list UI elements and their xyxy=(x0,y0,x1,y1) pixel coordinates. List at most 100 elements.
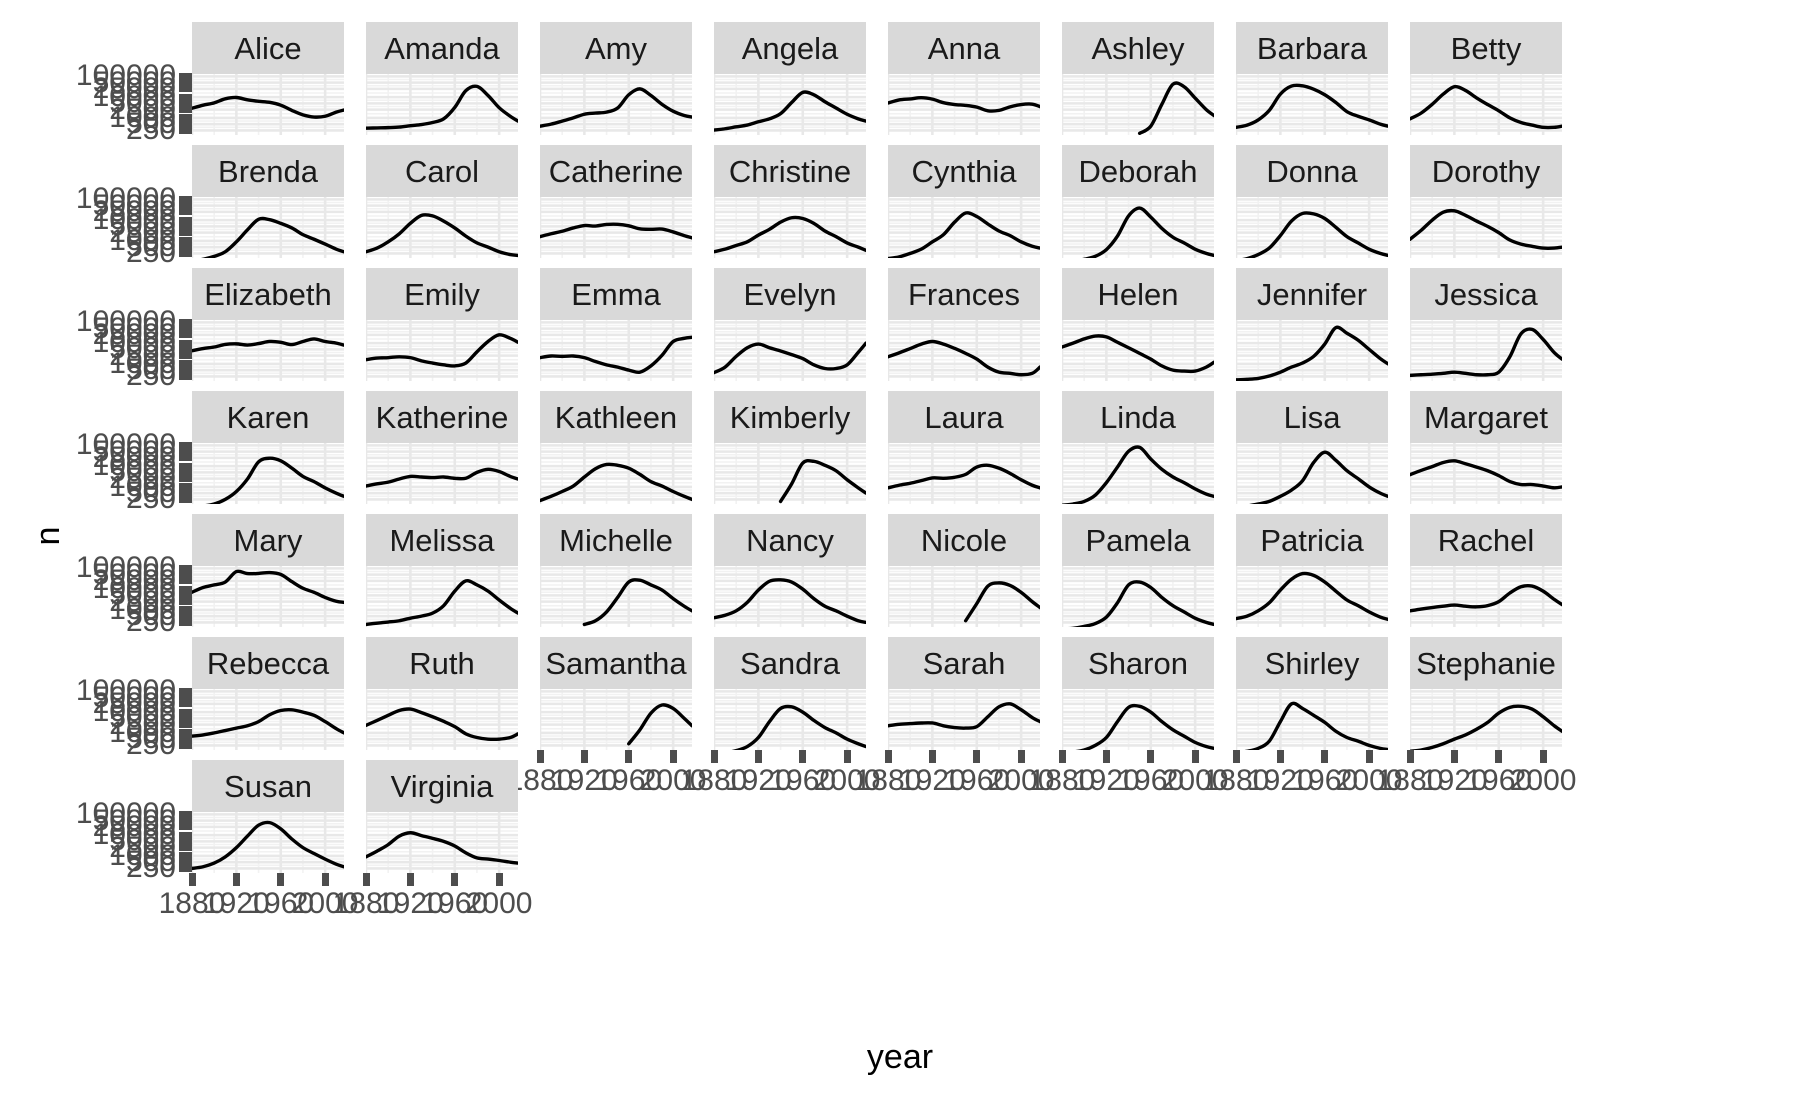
facet-panel-catherine: Catherine xyxy=(540,145,692,258)
facet-strip-label: Emma xyxy=(571,276,661,312)
facet-panel-alice: Alice xyxy=(192,22,344,135)
facet-strip: Deborah xyxy=(1062,145,1214,197)
facet-strip-label: Shirley xyxy=(1264,645,1360,681)
y-axis: 250 500 1000 2500 5000 10000 25000 50000 100000 xyxy=(76,799,192,883)
facet-panel-dorothy: Dorothy xyxy=(1410,145,1562,258)
facet-strip-label: Rachel xyxy=(1437,522,1535,558)
plot-area xyxy=(540,320,692,381)
y-axis-tick-label: 100000 xyxy=(75,797,176,831)
facet-strip: Katherine xyxy=(366,391,518,443)
facet-strip: Cynthia xyxy=(888,145,1040,197)
plot-area xyxy=(192,812,344,873)
facet-strip-label: Catherine xyxy=(548,153,684,189)
plot-area xyxy=(1062,197,1214,258)
y-axis-tick xyxy=(179,483,192,491)
facet-strip-label: Nancy xyxy=(746,522,834,558)
y-axis-tick xyxy=(179,372,192,380)
facet-strip-label: Melissa xyxy=(389,522,495,558)
y-axis-tick xyxy=(179,99,192,107)
y-axis-tick xyxy=(179,454,192,462)
y-axis-tick xyxy=(179,85,192,93)
facet-strip: Sharon xyxy=(1062,637,1214,689)
y-axis: 250 500 1000 2500 5000 10000 25000 50000 100000 xyxy=(76,307,192,391)
facet-strip-label: Jennifer xyxy=(1256,276,1368,312)
plot-area xyxy=(888,320,1040,381)
y-axis-tick xyxy=(179,495,192,503)
y-axis-tick xyxy=(179,844,192,852)
y-axis-tick xyxy=(179,202,192,210)
facet-panel-susan: Susan xyxy=(192,760,344,873)
x-axis-tick-label: 2000 xyxy=(465,887,533,920)
y-axis-tick xyxy=(179,618,192,626)
facet-row: 250 500 1000 2500 5000 10000 25000 50000 100000 K… xyxy=(0,391,1800,514)
facet-strip: Dorothy xyxy=(1410,145,1562,197)
y-axis-tick xyxy=(179,591,192,599)
facet-strip: Margaret xyxy=(1410,391,1562,443)
facet-strip-label: Carol xyxy=(404,153,480,189)
plot-area xyxy=(366,812,518,873)
plot-area xyxy=(366,689,518,750)
facet-panel-rebecca: Rebecca xyxy=(192,637,344,750)
facet-strip: Nicole xyxy=(888,514,1040,566)
facet-strip: Melissa xyxy=(366,514,518,566)
facet-panel-jennifer: Jennifer xyxy=(1236,268,1388,381)
facet-row: 250 500 1000 2500 5000 10000 25000 50000 100000 R… xyxy=(0,637,1800,760)
facet-strip: Nancy xyxy=(714,514,866,566)
x-axis-tick xyxy=(321,873,329,886)
facet-strip-label: Stephanie xyxy=(1416,645,1556,681)
y-axis-tick-label: 100000 xyxy=(75,674,176,708)
facet-panel-sharon: Sharon xyxy=(1062,637,1214,750)
y-axis-tick xyxy=(179,366,192,374)
y-axis-tick-label: 100000 xyxy=(75,305,176,339)
plot-area xyxy=(1062,566,1214,627)
y-axis-tick xyxy=(179,318,192,326)
facet-strip-label: Helen xyxy=(1097,276,1179,312)
y-axis-tick xyxy=(179,735,192,743)
y-axis-tick xyxy=(179,598,192,606)
y-axis: 250 500 1000 2500 5000 10000 25000 50000 100000 xyxy=(76,184,192,268)
facet-strip: Helen xyxy=(1062,268,1214,320)
facet-panel-ashley: Ashley xyxy=(1062,22,1214,135)
facet-strip: Frances xyxy=(888,268,1040,320)
plot-area xyxy=(1062,74,1214,135)
facet-strip: Angela xyxy=(714,22,866,74)
plot-area xyxy=(540,74,692,135)
plot-area xyxy=(1236,443,1388,504)
facet-strip-label: Deborah xyxy=(1078,153,1198,189)
plot-area xyxy=(888,443,1040,504)
facet-strip: Rachel xyxy=(1410,514,1562,566)
facet-strip: Laura xyxy=(888,391,1040,443)
x-axis: 1880 1920 1960 2000 xyxy=(333,873,533,923)
y-axis-tick xyxy=(179,216,192,224)
y-axis-tick xyxy=(179,468,192,476)
plot-area xyxy=(714,320,866,381)
x-axis-tick xyxy=(451,873,459,886)
facet-panel-kathleen: Kathleen xyxy=(540,391,692,504)
facet-strip: Shirley xyxy=(1236,637,1388,689)
y-axis-tick xyxy=(179,564,192,572)
plot-area xyxy=(1236,320,1388,381)
x-axis-tick xyxy=(277,873,285,886)
facet-strip-label: Margaret xyxy=(1423,399,1549,435)
facet-strip-label: Donna xyxy=(1266,153,1358,189)
facet-strip-label: Alice xyxy=(234,30,302,66)
facet-panel-ruth: Ruth xyxy=(366,637,518,750)
facet-row: 250 500 1000 2500 5000 10000 25000 50000 100000 M… xyxy=(0,514,1800,637)
facet-row: 250 500 1000 2500 5000 10000 25000 50000 100000 S… xyxy=(0,760,1800,883)
facet-strip-label: Kimberly xyxy=(729,399,851,435)
plot-area xyxy=(192,566,344,627)
plot-area xyxy=(192,197,344,258)
x-axis-tick xyxy=(406,873,414,886)
facet-panel-evelyn: Evelyn xyxy=(714,268,866,381)
y-axis-tick xyxy=(179,352,192,360)
facet-strip-label: Ashley xyxy=(1091,30,1185,66)
y-axis: 250 500 1000 2500 5000 10000 25000 50000 100000 xyxy=(76,61,192,145)
plot-area xyxy=(888,566,1040,627)
y-axis-tick xyxy=(179,462,192,470)
facet-strip-label: Barbara xyxy=(1256,30,1368,66)
plot-area xyxy=(366,566,518,627)
facet-strip: Kathleen xyxy=(540,391,692,443)
plot-area xyxy=(192,320,344,381)
y-axis-tick xyxy=(179,93,192,101)
facet-strip-label: Patricia xyxy=(1260,522,1364,558)
